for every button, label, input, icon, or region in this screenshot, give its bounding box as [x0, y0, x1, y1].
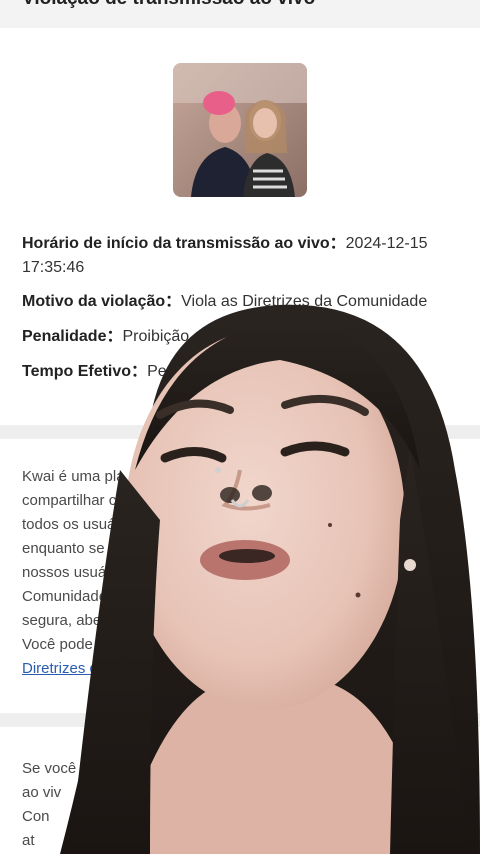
detail-reason: Motivo da violação：Viola as Diretrizes d… — [22, 290, 462, 314]
appeal-line: ao viv — [22, 784, 62, 801]
policy-text: Kwai é uma pla compartilhar c todos os u… — [22, 465, 462, 681]
policy-line: todos os usuári — [22, 516, 124, 533]
detail-value: Viola as Diretrizes da Comunidade — [181, 293, 428, 310]
detail-label: Motivo da violação： — [22, 293, 182, 310]
detail-start-time: Horário de início da transmissão ao vivo… — [22, 232, 462, 280]
thumbnail-image — [173, 63, 307, 197]
policy-line: Comunidade p — [22, 588, 120, 605]
appeal-line: at — [22, 832, 35, 849]
stream-thumbnail[interactable] — [173, 63, 307, 197]
detail-value: Pe — [147, 363, 167, 380]
detail-penalty: Penalidade：Proibição — [22, 325, 462, 349]
policy-line: compartilhar c — [22, 492, 117, 509]
policy-line: Kwai é uma pla — [22, 468, 125, 485]
section-divider — [0, 425, 480, 439]
policy-line: Você pode e — [22, 636, 106, 653]
page-title: Violação de transmissão ao vivo — [22, 0, 315, 10]
section-divider — [0, 713, 480, 727]
detail-label: Tempo Efetivo： — [22, 363, 148, 380]
header-bar: Violação de transmissão ao vivo — [0, 0, 480, 28]
appeal-text: Se você ao viv Con at — [22, 757, 462, 853]
policy-line: enquanto se d — [22, 540, 118, 557]
detail-effective-time: Tempo Efetivo：Pe — [22, 360, 462, 384]
guidelines-link[interactable]: Diretrizes d — [22, 660, 98, 677]
appeal-line: Se você — [22, 760, 77, 777]
detail-value: Proibição — [122, 328, 190, 345]
appeal-line: Con — [22, 808, 50, 825]
policy-line: nossos usuári — [22, 564, 115, 581]
policy-line: segura, abert — [22, 612, 111, 629]
detail-label: Horário de início da transmissão ao vivo… — [22, 235, 346, 252]
detail-label: Penalidade： — [22, 328, 123, 345]
